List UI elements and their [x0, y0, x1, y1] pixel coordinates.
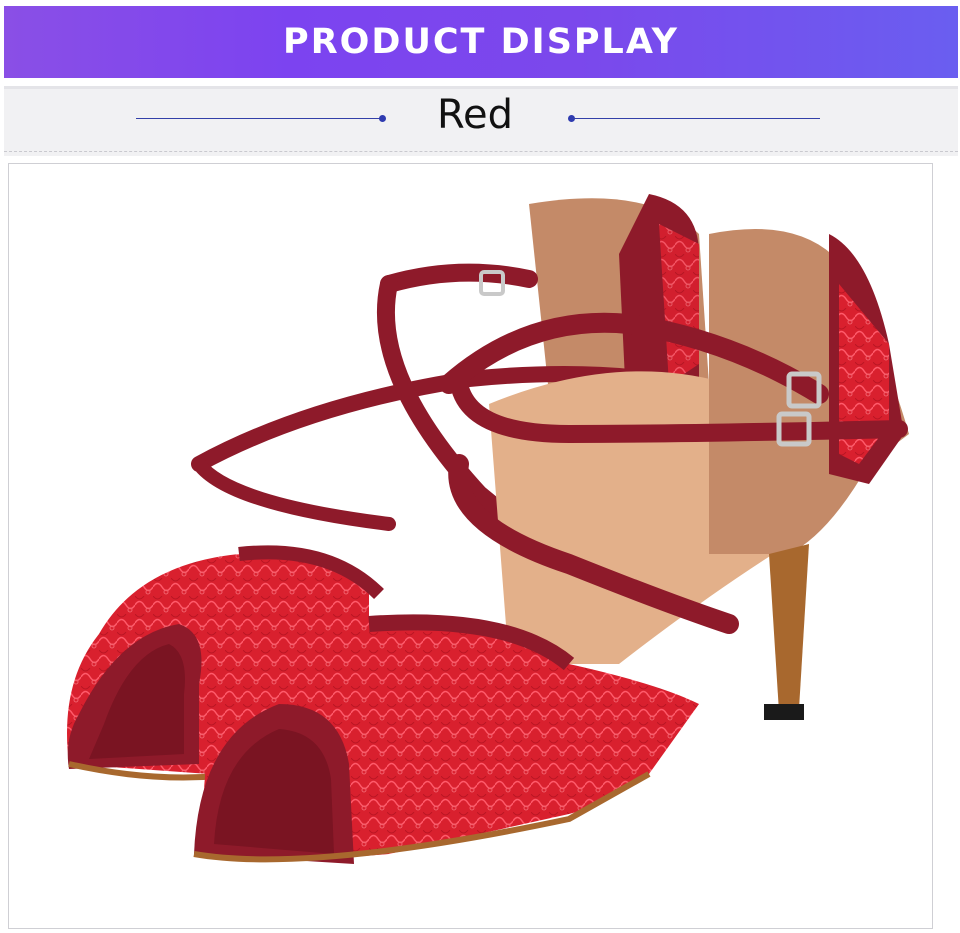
- sandals-illustration: [67, 194, 909, 864]
- right-rule-line: [572, 118, 820, 119]
- left-rule-dot: [379, 115, 386, 122]
- banner-title: PRODUCT DISPLAY: [283, 22, 679, 62]
- left-rule-line: [136, 118, 382, 119]
- product-photo: [8, 163, 933, 929]
- front-sandal: [193, 229, 909, 864]
- dashed-divider: [4, 151, 958, 152]
- product-display-banner: PRODUCT DISPLAY: [4, 6, 958, 78]
- variant-label: Red: [437, 92, 513, 138]
